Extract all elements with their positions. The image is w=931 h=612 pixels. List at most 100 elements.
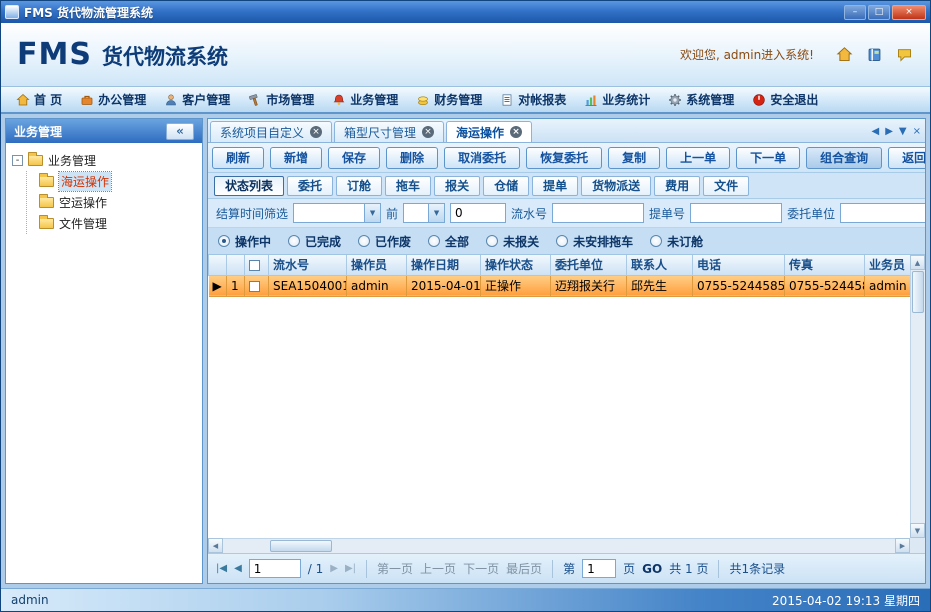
- settle-time-select[interactable]: ▼: [293, 203, 381, 223]
- previous-order-button[interactable]: 上一单: [666, 147, 730, 169]
- home-icon[interactable]: [834, 45, 854, 65]
- subtab-status-list[interactable]: 状态列表: [214, 176, 284, 196]
- first-page-icon[interactable]: |◀: [216, 563, 227, 574]
- menu-item-stats[interactable]: 业务统计: [575, 88, 659, 111]
- add-button[interactable]: 新增: [270, 147, 322, 169]
- tab-list-icon[interactable]: ▼: [899, 126, 907, 137]
- column-header-date[interactable]: 操作日期: [407, 255, 481, 275]
- subtab-bl[interactable]: 提单: [532, 176, 578, 196]
- vertical-scrollbar[interactable]: ▲ ▼: [910, 255, 925, 538]
- prev-page-link[interactable]: 上一页: [420, 560, 456, 577]
- menu-item-finance[interactable]: 财务管理: [407, 88, 491, 111]
- tab-sea-operation[interactable]: 海运操作 ×: [446, 121, 532, 142]
- subtab-delivery[interactable]: 货物派送: [581, 176, 651, 196]
- column-header-operator[interactable]: 操作员: [347, 255, 407, 275]
- column-header-phone[interactable]: 电话: [693, 255, 785, 275]
- go-button[interactable]: GO: [642, 562, 662, 576]
- subtab-customs[interactable]: 报关: [434, 176, 480, 196]
- radio-not-booked[interactable]: 未订舱: [650, 233, 703, 250]
- subtab-warehouse[interactable]: 仓储: [483, 176, 529, 196]
- cancel-entrust-button[interactable]: 取消委托: [444, 147, 520, 169]
- last-page-link[interactable]: 最后页: [506, 560, 542, 577]
- radio-voided[interactable]: 已作废: [358, 233, 411, 250]
- last-page-icon[interactable]: ▶|: [345, 563, 356, 574]
- prev-page-icon[interactable]: ◀: [234, 563, 242, 574]
- column-header-salesman[interactable]: 业务员: [865, 255, 911, 275]
- chat-icon[interactable]: [894, 45, 914, 65]
- column-header-serial[interactable]: 流水号: [269, 255, 347, 275]
- first-page-link[interactable]: 第一页: [377, 560, 413, 577]
- menu-item-logout[interactable]: 安全退出: [743, 88, 827, 111]
- subtab-files[interactable]: 文件: [703, 176, 749, 196]
- menu-item-system[interactable]: 系统管理: [659, 88, 743, 111]
- tab-close-icon[interactable]: ×: [422, 126, 434, 138]
- next-page-link[interactable]: 下一页: [463, 560, 499, 577]
- next-order-button[interactable]: 下一单: [736, 147, 800, 169]
- column-header-fax[interactable]: 传真: [785, 255, 865, 275]
- radio-all[interactable]: 全部: [428, 233, 469, 250]
- delete-button[interactable]: 删除: [386, 147, 438, 169]
- vertical-scroll-thumb[interactable]: [912, 271, 924, 313]
- tab-scroll-left-icon[interactable]: ◀: [872, 126, 880, 137]
- tree-item-file-management[interactable]: 文件管理: [39, 213, 196, 234]
- radio-completed[interactable]: 已完成: [288, 233, 341, 250]
- copy-button[interactable]: 复制: [608, 147, 660, 169]
- tree-item-sea-operation[interactable]: 海运操作: [39, 171, 196, 192]
- close-button[interactable]: ×: [892, 5, 926, 20]
- row-checkbox[interactable]: [249, 281, 260, 292]
- column-header-client[interactable]: 委托单位: [551, 255, 627, 275]
- select-all-checkbox[interactable]: [249, 260, 260, 271]
- table-row[interactable]: ▶ 1 SEA1504001 admin 2015-04-01 正操作 迈翔报关…: [209, 275, 911, 296]
- maximize-button[interactable]: □: [868, 5, 890, 20]
- column-header-contact[interactable]: 联系人: [627, 255, 693, 275]
- menu-item-customer[interactable]: 客户管理: [155, 88, 239, 111]
- horizontal-scroll-thumb[interactable]: [270, 540, 332, 552]
- save-button[interactable]: 保存: [328, 147, 380, 169]
- tree-root-business[interactable]: - 业务管理: [12, 150, 196, 171]
- chevron-down-icon[interactable]: ▼: [428, 204, 444, 222]
- sidebar-collapse-button[interactable]: «: [166, 123, 194, 140]
- scroll-left-icon[interactable]: ◀: [208, 538, 223, 553]
- horizontal-scrollbar[interactable]: ◀ ▶: [208, 538, 910, 553]
- chevron-down-icon[interactable]: ▼: [364, 204, 380, 222]
- menu-item-market[interactable]: 市场管理: [239, 88, 323, 111]
- tree-expander-icon[interactable]: -: [12, 155, 23, 166]
- tab-scroll-right-icon[interactable]: ▶: [885, 126, 893, 137]
- subtab-booking[interactable]: 订舱: [336, 176, 382, 196]
- radio-not-declared[interactable]: 未报关: [486, 233, 539, 250]
- tab-container-size[interactable]: 箱型尺寸管理 ×: [334, 121, 444, 142]
- menu-item-home[interactable]: 首 页: [7, 88, 71, 111]
- page-number-input[interactable]: [249, 559, 301, 578]
- scroll-up-icon[interactable]: ▲: [910, 255, 925, 270]
- client-input[interactable]: [840, 203, 925, 223]
- column-header-status[interactable]: 操作状态: [481, 255, 551, 275]
- tab-system-items[interactable]: 系统项目自定义 ×: [210, 121, 332, 142]
- tab-close-all-icon[interactable]: ×: [913, 126, 921, 137]
- scroll-right-icon[interactable]: ▶: [895, 538, 910, 553]
- range-select[interactable]: ▼: [403, 203, 445, 223]
- menu-item-office[interactable]: 办公管理: [71, 88, 155, 111]
- radio-no-trailer[interactable]: 未安排拖车: [556, 233, 633, 250]
- refresh-button[interactable]: 刷新: [212, 147, 264, 169]
- serial-input[interactable]: [552, 203, 644, 223]
- next-page-icon[interactable]: ▶: [330, 563, 338, 574]
- combined-query-button[interactable]: 组合查询: [806, 147, 882, 169]
- subtab-trailer[interactable]: 拖车: [385, 176, 431, 196]
- app-logo: FMS 货代物流系统: [17, 37, 228, 72]
- bl-input[interactable]: [690, 203, 782, 223]
- scroll-down-icon[interactable]: ▼: [910, 523, 925, 538]
- days-input[interactable]: [450, 203, 506, 223]
- subtab-entrust[interactable]: 委托: [287, 176, 333, 196]
- return-button[interactable]: 返回: [888, 147, 925, 169]
- menu-item-business[interactable]: 业务管理: [323, 88, 407, 111]
- menu-item-reports[interactable]: 对帐报表: [491, 88, 575, 111]
- tab-close-icon[interactable]: ×: [310, 126, 322, 138]
- minimize-button[interactable]: –: [844, 5, 866, 20]
- goto-page-input[interactable]: [582, 559, 616, 578]
- tab-close-icon[interactable]: ×: [510, 126, 522, 138]
- subtab-fees[interactable]: 费用: [654, 176, 700, 196]
- tree-item-air-operation[interactable]: 空运操作: [39, 192, 196, 213]
- radio-in-operation[interactable]: 操作中: [218, 233, 271, 250]
- restore-entrust-button[interactable]: 恢复委托: [526, 147, 602, 169]
- book-icon[interactable]: [864, 45, 884, 65]
